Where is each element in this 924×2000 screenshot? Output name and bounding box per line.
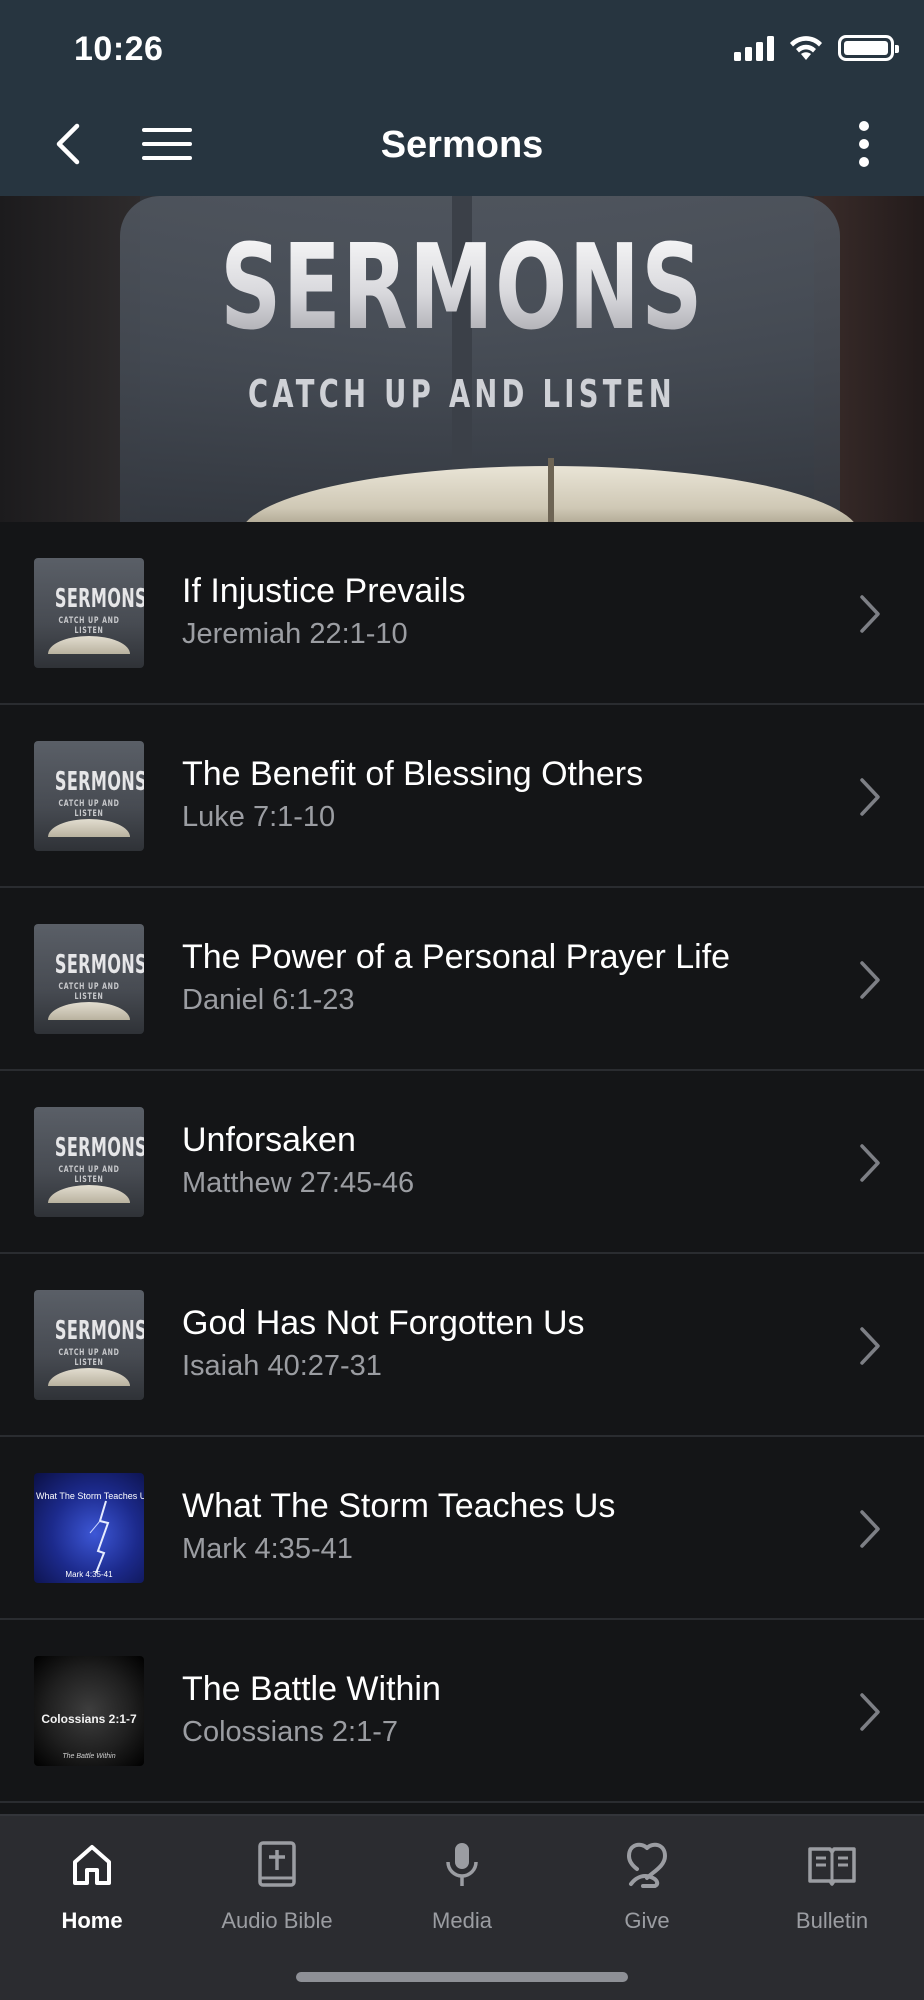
sermon-thumbnail: Colossians 2:1-7 The Battle Within bbox=[34, 1656, 144, 1766]
sermon-reference: Matthew 27:45-46 bbox=[182, 1167, 415, 1199]
microphone-icon bbox=[446, 1843, 478, 1886]
sermon-reference: Luke 7:1-10 bbox=[182, 801, 336, 833]
sermon-title: The Battle Within bbox=[182, 1670, 441, 1708]
sermon-reference: Jeremiah 22:1-10 bbox=[182, 618, 408, 650]
more-vertical-icon bbox=[859, 121, 869, 167]
sermon-thumbnail: What The Storm Teaches Us Mark 4:35-41 bbox=[34, 1473, 144, 1583]
sermon-title: What The Storm Teaches Us bbox=[182, 1487, 616, 1525]
sermons-screen: 10:26 Sermons SERMONS CATCH UP AND LISTE… bbox=[0, 0, 924, 2000]
tab-give[interactable]: Give bbox=[555, 1836, 739, 1946]
sermon-reference: Daniel 6:1-23 bbox=[182, 984, 355, 1016]
sermon-row[interactable]: SERMONS CATCH UP AND LISTEN The Power of… bbox=[0, 888, 924, 1071]
chevron-right-icon bbox=[850, 958, 890, 1002]
sermon-thumbnail: SERMONS CATCH UP AND LISTEN bbox=[34, 1107, 144, 1217]
sermon-title: God Has Not Forgotten Us bbox=[182, 1304, 585, 1342]
tab-media[interactable]: Media bbox=[370, 1836, 554, 1946]
battery-icon bbox=[838, 35, 899, 61]
tab-home[interactable]: Home bbox=[0, 1836, 184, 1946]
hero-subtitle: CATCH UP AND LISTEN bbox=[247, 372, 677, 416]
sermon-thumbnail: SERMONS CATCH UP AND LISTEN bbox=[34, 741, 144, 851]
status-time: 10:26 bbox=[74, 30, 164, 68]
tab-bulletin[interactable]: Bulletin bbox=[740, 1836, 924, 1946]
sermon-thumbnail: SERMONS CATCH UP AND LISTEN bbox=[34, 924, 144, 1034]
sermons-hero-banner: SERMONS CATCH UP AND LISTEN bbox=[0, 196, 924, 522]
chevron-right-icon bbox=[850, 592, 890, 636]
sermon-title: The Benefit of Blessing Others bbox=[182, 755, 644, 793]
sermon-list: SERMONS CATCH UP AND LISTEN If Injustice… bbox=[0, 522, 924, 1803]
chevron-right-icon bbox=[850, 1507, 890, 1551]
sermon-row[interactable]: What The Storm Teaches Us Mark 4:35-41 W… bbox=[0, 1437, 924, 1620]
sermon-reference: Mark 4:35-41 bbox=[182, 1533, 353, 1565]
bottom-tab-bar: Home Audio Bible Media Give Bulletin bbox=[0, 1814, 924, 2000]
sermon-row[interactable]: SERMONS CATCH UP AND LISTEN God Has Not … bbox=[0, 1254, 924, 1437]
hero-title: SERMONS bbox=[129, 218, 794, 356]
cellular-signal-icon bbox=[734, 35, 774, 61]
sermon-reference: Isaiah 40:27-31 bbox=[182, 1350, 382, 1382]
chevron-right-icon bbox=[850, 775, 890, 819]
sermon-thumbnail: SERMONS CATCH UP AND LISTEN bbox=[34, 558, 144, 668]
sermon-title: If Injustice Prevails bbox=[182, 572, 466, 610]
top-bar: 10:26 Sermons bbox=[0, 0, 924, 196]
chevron-right-icon bbox=[850, 1690, 890, 1734]
status-icons bbox=[734, 34, 899, 62]
chevron-right-icon bbox=[850, 1324, 890, 1368]
wifi-icon bbox=[790, 36, 822, 60]
bible-icon bbox=[258, 1841, 296, 1887]
sermon-row[interactable]: SERMONS CATCH UP AND LISTEN The Benefit … bbox=[0, 705, 924, 888]
sermon-row[interactable]: Colossians 2:1-7 The Battle Within The B… bbox=[0, 1620, 924, 1803]
home-icon bbox=[73, 1845, 111, 1885]
give-icon bbox=[626, 1842, 668, 1888]
sermon-reference: Colossians 2:1-7 bbox=[182, 1716, 398, 1748]
page-title: Sermons bbox=[380, 124, 544, 166]
sermon-thumbnail: SERMONS CATCH UP AND LISTEN bbox=[34, 1290, 144, 1400]
sermon-title: Unforsaken bbox=[182, 1121, 356, 1159]
sermon-title: The Power of a Personal Prayer Life bbox=[182, 938, 731, 976]
more-options-button[interactable] bbox=[844, 114, 884, 174]
open-book-icon bbox=[808, 1847, 856, 1886]
chevron-right-icon bbox=[850, 1141, 890, 1185]
tab-audio-bible[interactable]: Audio Bible bbox=[185, 1836, 369, 1946]
home-indicator[interactable] bbox=[296, 1972, 628, 1982]
lightning-image bbox=[89, 1500, 110, 1574]
sermon-row[interactable]: SERMONS CATCH UP AND LISTEN Unforsaken M… bbox=[0, 1071, 924, 1254]
sermon-row[interactable]: SERMONS CATCH UP AND LISTEN If Injustice… bbox=[0, 522, 924, 705]
